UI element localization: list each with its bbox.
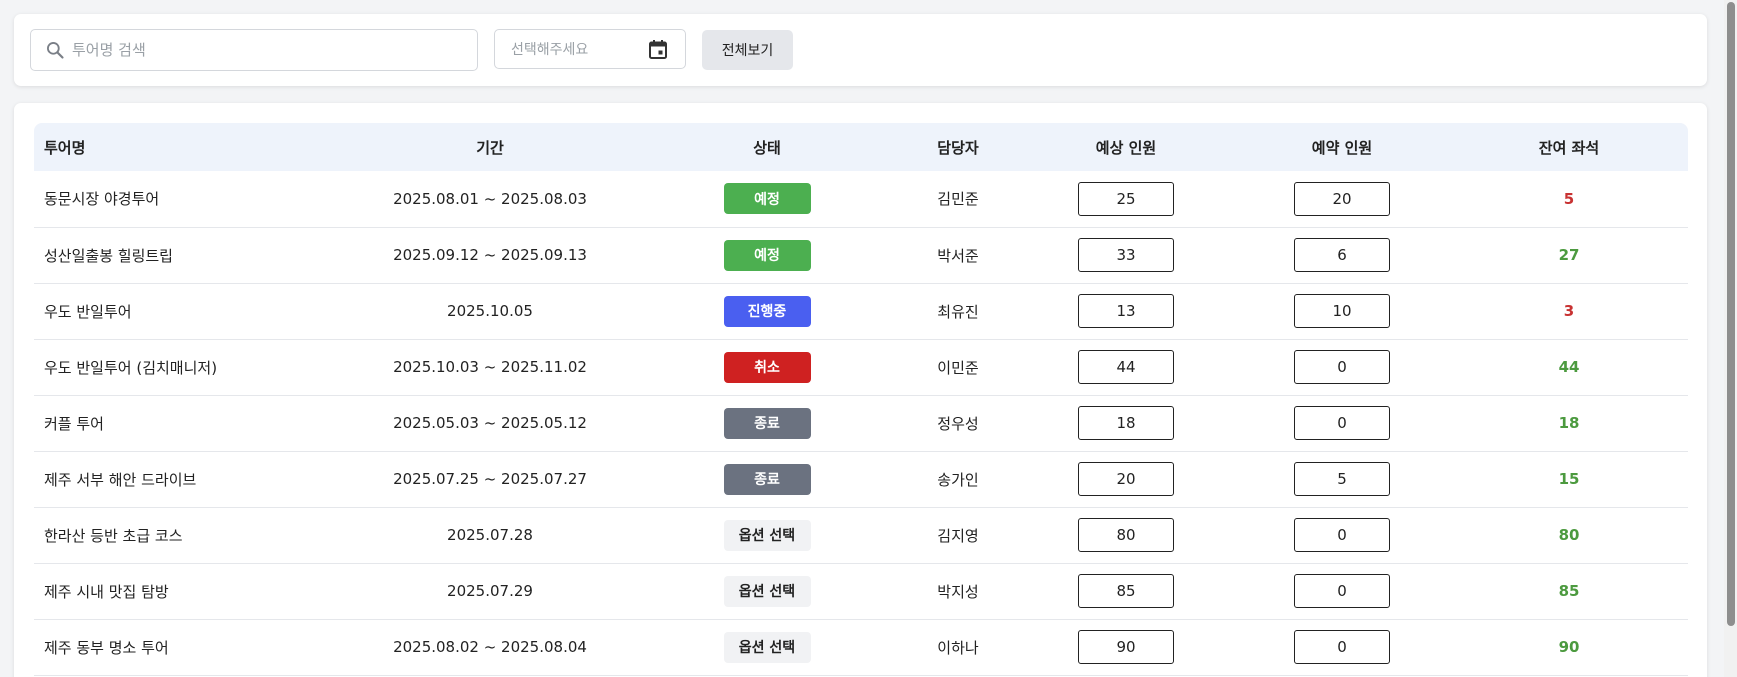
- table-row[interactable]: 한라산 등반 초급 코스 2025.07.28 옵션 선택 김지영 80: [34, 507, 1688, 564]
- remaining-seats: 44: [1558, 358, 1580, 376]
- tour-manager: 박지성: [898, 563, 1018, 620]
- status-badge[interactable]: 종료: [723, 407, 811, 439]
- booked-count-input[interactable]: [1294, 462, 1390, 496]
- remaining-seats: 5: [1563, 189, 1575, 208]
- tour-name: 제주 서부 해안 드라이브: [34, 451, 344, 508]
- column-header-name: 투어명: [44, 138, 86, 157]
- remaining-seats: 15: [1558, 470, 1580, 488]
- tour-period: 2025.08.02 ~ 2025.08.04: [344, 619, 636, 676]
- tour-period: 2025.07.28: [344, 507, 636, 564]
- tour-manager: 이민준: [898, 339, 1018, 396]
- table-row[interactable]: 우도 반일투어 (김치매니저) 2025.10.03 ~ 2025.11.02 …: [34, 339, 1688, 396]
- booked-count-input[interactable]: [1294, 294, 1390, 328]
- tour-period: 2025.07.25 ~ 2025.07.27: [344, 451, 636, 508]
- status-select[interactable]: 옵션 선택: [723, 575, 811, 607]
- booked-count-input[interactable]: [1294, 181, 1390, 216]
- tour-manager: 최유진: [898, 283, 1018, 340]
- table-body: 동문시장 야경투어 2025.08.01 ~ 2025.08.03 예정 김민준…: [34, 171, 1688, 676]
- column-header-booked: 예약 인원: [1311, 138, 1373, 157]
- tour-name: 한라산 등반 초급 코스: [34, 507, 344, 564]
- tour-manager: 이하나: [898, 619, 1018, 676]
- scrollbar-thumb[interactable]: [1727, 2, 1735, 626]
- tour-period: 2025.07.29: [344, 563, 636, 620]
- column-header-period: 기간: [476, 138, 504, 157]
- tour-name: 우도 반일투어: [34, 283, 344, 340]
- search-icon: [44, 39, 66, 61]
- status-badge[interactable]: 취소: [723, 351, 811, 383]
- remaining-seats: 85: [1558, 582, 1580, 600]
- expected-count-input[interactable]: [1078, 574, 1174, 608]
- tour-manager: 김지영: [898, 507, 1018, 564]
- tour-name: 제주 시내 맛집 탐방: [34, 563, 344, 620]
- table-row[interactable]: 제주 동부 명소 투어 2025.08.02 ~ 2025.08.04 옵션 선…: [34, 619, 1688, 676]
- booked-count-input[interactable]: [1294, 574, 1390, 608]
- tour-name: 동문시장 야경투어: [34, 171, 344, 228]
- expected-count-input[interactable]: [1078, 630, 1174, 664]
- table-header-row: 투어명 기간 상태 담당자 예상 인원 예약 인원 잔여 좌석: [34, 123, 1688, 171]
- date-placeholder: 선택해주세요: [511, 42, 589, 58]
- tour-period: 2025.10.03 ~ 2025.11.02: [344, 339, 636, 396]
- tour-table: 투어명 기간 상태 담당자 예상 인원 예약 인원 잔여 좌석 동문시장 야경투…: [34, 123, 1688, 676]
- tour-period: 2025.10.05: [344, 283, 636, 340]
- table-row[interactable]: 성산일출봉 힐링트립 2025.09.12 ~ 2025.09.13 예정 박서…: [34, 227, 1688, 284]
- table-row[interactable]: 커플 투어 2025.05.03 ~ 2025.05.12 종료 정우성 18: [34, 395, 1688, 452]
- table-row[interactable]: 제주 서부 해안 드라이브 2025.07.25 ~ 2025.07.27 종료…: [34, 451, 1688, 508]
- column-header-status: 상태: [753, 138, 781, 157]
- tour-management-page: 선택해주세요 전체보기: [0, 0, 1737, 677]
- expected-count-input[interactable]: [1078, 294, 1174, 328]
- booked-count-input[interactable]: [1294, 350, 1390, 384]
- status-badge[interactable]: 종료: [723, 463, 811, 495]
- column-header-manager: 담당자: [937, 138, 979, 157]
- date-picker[interactable]: 선택해주세요: [494, 29, 686, 69]
- remaining-seats: 80: [1558, 526, 1580, 544]
- search-input[interactable]: [72, 41, 462, 59]
- search-field[interactable]: [30, 29, 478, 71]
- view-all-button[interactable]: 전체보기: [702, 30, 793, 70]
- calendar-icon[interactable]: [647, 38, 669, 60]
- remaining-seats: 27: [1558, 246, 1580, 264]
- tour-manager: 정우성: [898, 395, 1018, 452]
- column-header-remaining: 잔여 좌석: [1538, 138, 1600, 157]
- tour-name: 커플 투어: [34, 395, 344, 452]
- tour-name: 우도 반일투어 (김치매니저): [34, 339, 344, 396]
- column-header-expected: 예상 인원: [1095, 138, 1157, 157]
- tour-name: 성산일출봉 힐링트립: [34, 227, 344, 284]
- tour-period: 2025.09.12 ~ 2025.09.13: [344, 227, 636, 284]
- table-row[interactable]: 동문시장 야경투어 2025.08.01 ~ 2025.08.03 예정 김민준…: [34, 171, 1688, 228]
- expected-count-input[interactable]: [1078, 181, 1174, 216]
- booked-count-input[interactable]: [1294, 238, 1390, 272]
- status-badge[interactable]: 예정: [723, 183, 811, 215]
- booked-count-input[interactable]: [1294, 518, 1390, 552]
- tour-table-card: 투어명 기간 상태 담당자 예상 인원 예약 인원 잔여 좌석 동문시장 야경투…: [14, 103, 1707, 677]
- status-select[interactable]: 옵션 선택: [723, 519, 811, 551]
- tour-period: 2025.05.03 ~ 2025.05.12: [344, 395, 636, 452]
- tour-name: 제주 동부 명소 투어: [34, 619, 344, 676]
- tour-manager: 송가인: [898, 451, 1018, 508]
- tour-period: 2025.08.01 ~ 2025.08.03: [344, 171, 636, 228]
- expected-count-input[interactable]: [1078, 406, 1174, 440]
- tour-manager: 박서준: [898, 227, 1018, 284]
- remaining-seats: 90: [1558, 638, 1580, 656]
- table-row[interactable]: 우도 반일투어 2025.10.05 진행중 최유진 3: [34, 283, 1688, 340]
- booked-count-input[interactable]: [1294, 406, 1390, 440]
- expected-count-input[interactable]: [1078, 518, 1174, 552]
- remaining-seats: 3: [1563, 302, 1575, 320]
- table-row[interactable]: 제주 시내 맛집 탐방 2025.07.29 옵션 선택 박지성 85: [34, 563, 1688, 620]
- filter-bar: 선택해주세요 전체보기: [14, 14, 1707, 86]
- tour-manager: 김민준: [898, 171, 1018, 228]
- page-scrollbar[interactable]: [1724, 0, 1737, 677]
- status-badge[interactable]: 진행중: [723, 295, 811, 327]
- status-select[interactable]: 옵션 선택: [723, 631, 811, 663]
- expected-count-input[interactable]: [1078, 238, 1174, 272]
- expected-count-input[interactable]: [1078, 350, 1174, 384]
- remaining-seats: 18: [1558, 414, 1580, 432]
- status-badge[interactable]: 예정: [723, 239, 811, 271]
- booked-count-input[interactable]: [1294, 630, 1390, 664]
- expected-count-input[interactable]: [1078, 462, 1174, 496]
